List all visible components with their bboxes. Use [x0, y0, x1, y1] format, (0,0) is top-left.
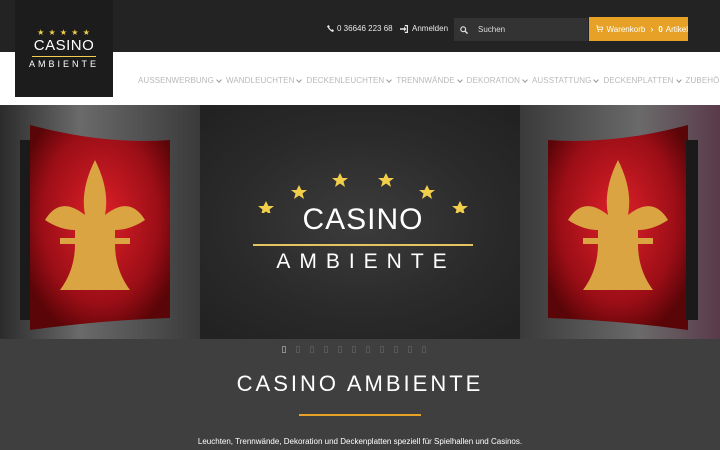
chevron-down-icon [675, 76, 682, 83]
slider-dot[interactable]: ▯ [294, 345, 302, 354]
cart-count-label: Artikel [665, 24, 688, 34]
intro-text: Leuchten, Trennwände, Dekoration und Dec… [197, 437, 523, 446]
hero-divider [253, 244, 473, 246]
nav-item-zubehoer[interactable]: ZUBEHÖR [686, 76, 720, 85]
slider-dot[interactable]: ▯ [280, 345, 288, 354]
logo-ambiente-text: AMBIENTE [28, 58, 99, 69]
slider-dot[interactable]: ▯ [336, 345, 344, 354]
chevron-down-icon [522, 76, 528, 83]
nav-item-dekoration[interactable]: DEKORATION [467, 76, 528, 85]
nav-item-trennwaende[interactable]: TRENNWÄNDE [396, 76, 463, 85]
nav-item-deckenplatten[interactable]: DECKENPLATTEN [603, 76, 682, 85]
slider-dot[interactable]: ▯ [364, 345, 372, 354]
cart-icon [596, 25, 604, 32]
cart-button[interactable]: Warenkorb › 0 Artikel [589, 17, 688, 41]
logo-casino-text: CASINO [33, 36, 95, 54]
search-box [454, 18, 588, 41]
slider-dot[interactable]: ▯ [350, 345, 358, 354]
login-icon [400, 24, 408, 33]
wall-lamp-image-right [548, 125, 698, 330]
slider-dot[interactable]: ▯ [392, 345, 400, 354]
slider-dot[interactable]: ▯ [322, 345, 330, 354]
wall-lamp-image-left [20, 125, 170, 330]
cart-count: 0 [658, 24, 663, 34]
logo-divider [32, 55, 96, 57]
chevron-down-icon [296, 76, 303, 83]
search-icon[interactable] [454, 21, 474, 39]
slider-dot[interactable]: ▯ [420, 345, 428, 354]
logo-stars: ★ ★ ★ ★ ★ [37, 27, 91, 37]
slider-dot[interactable]: ▯ [308, 345, 316, 354]
cart-label: Warenkorb [606, 24, 646, 34]
intro-divider [299, 414, 421, 416]
hero-slider[interactable]: CASINO AMBIENTE [0, 105, 720, 339]
search-input[interactable] [478, 25, 578, 34]
chevron-down-icon [456, 76, 463, 83]
chevron-down-icon [216, 76, 222, 83]
site-logo[interactable]: ★ ★ ★ ★ ★ CASINO AMBIENTE [15, 0, 113, 97]
slider-dot[interactable]: ▯ [406, 345, 414, 354]
login-label: Anmelden [412, 24, 449, 33]
phone-icon [327, 25, 334, 32]
main-nav: AUSSENWERBUNG WANDLEUCHTEN DECKENLEUCHTE… [138, 76, 720, 85]
nav-item-wandleuchten[interactable]: WANDLEUCHTEN [226, 76, 303, 85]
phone-number: 0 36646 223 68 [337, 24, 393, 33]
intro-title: CASINO AMBIENTE [236, 371, 484, 396]
hero-title: CASINO [302, 203, 424, 236]
slider-pagination: ▯ ▯ ▯ ▯ ▯ ▯ ▯ ▯ ▯ ▯ ▯ [280, 345, 428, 354]
nav-item-ausstattung[interactable]: AUSSTATTUNG [532, 76, 600, 85]
slider-dot[interactable]: ▯ [378, 345, 386, 354]
chevron-down-icon [593, 76, 600, 83]
login-link[interactable]: Anmelden [400, 24, 448, 33]
chevron-down-icon [386, 76, 393, 83]
nav-item-deckenleuchten[interactable]: DECKENLEUCHTEN [306, 76, 393, 85]
hero-logo: CASINO AMBIENTE [250, 173, 476, 283]
nav-item-aussenwerbung[interactable]: AUSSENWERBUNG [138, 76, 222, 85]
hero-subtitle: AMBIENTE [276, 250, 456, 273]
chevron-right-icon: › [650, 24, 654, 34]
phone-link[interactable]: 0 36646 223 68 [327, 24, 393, 33]
